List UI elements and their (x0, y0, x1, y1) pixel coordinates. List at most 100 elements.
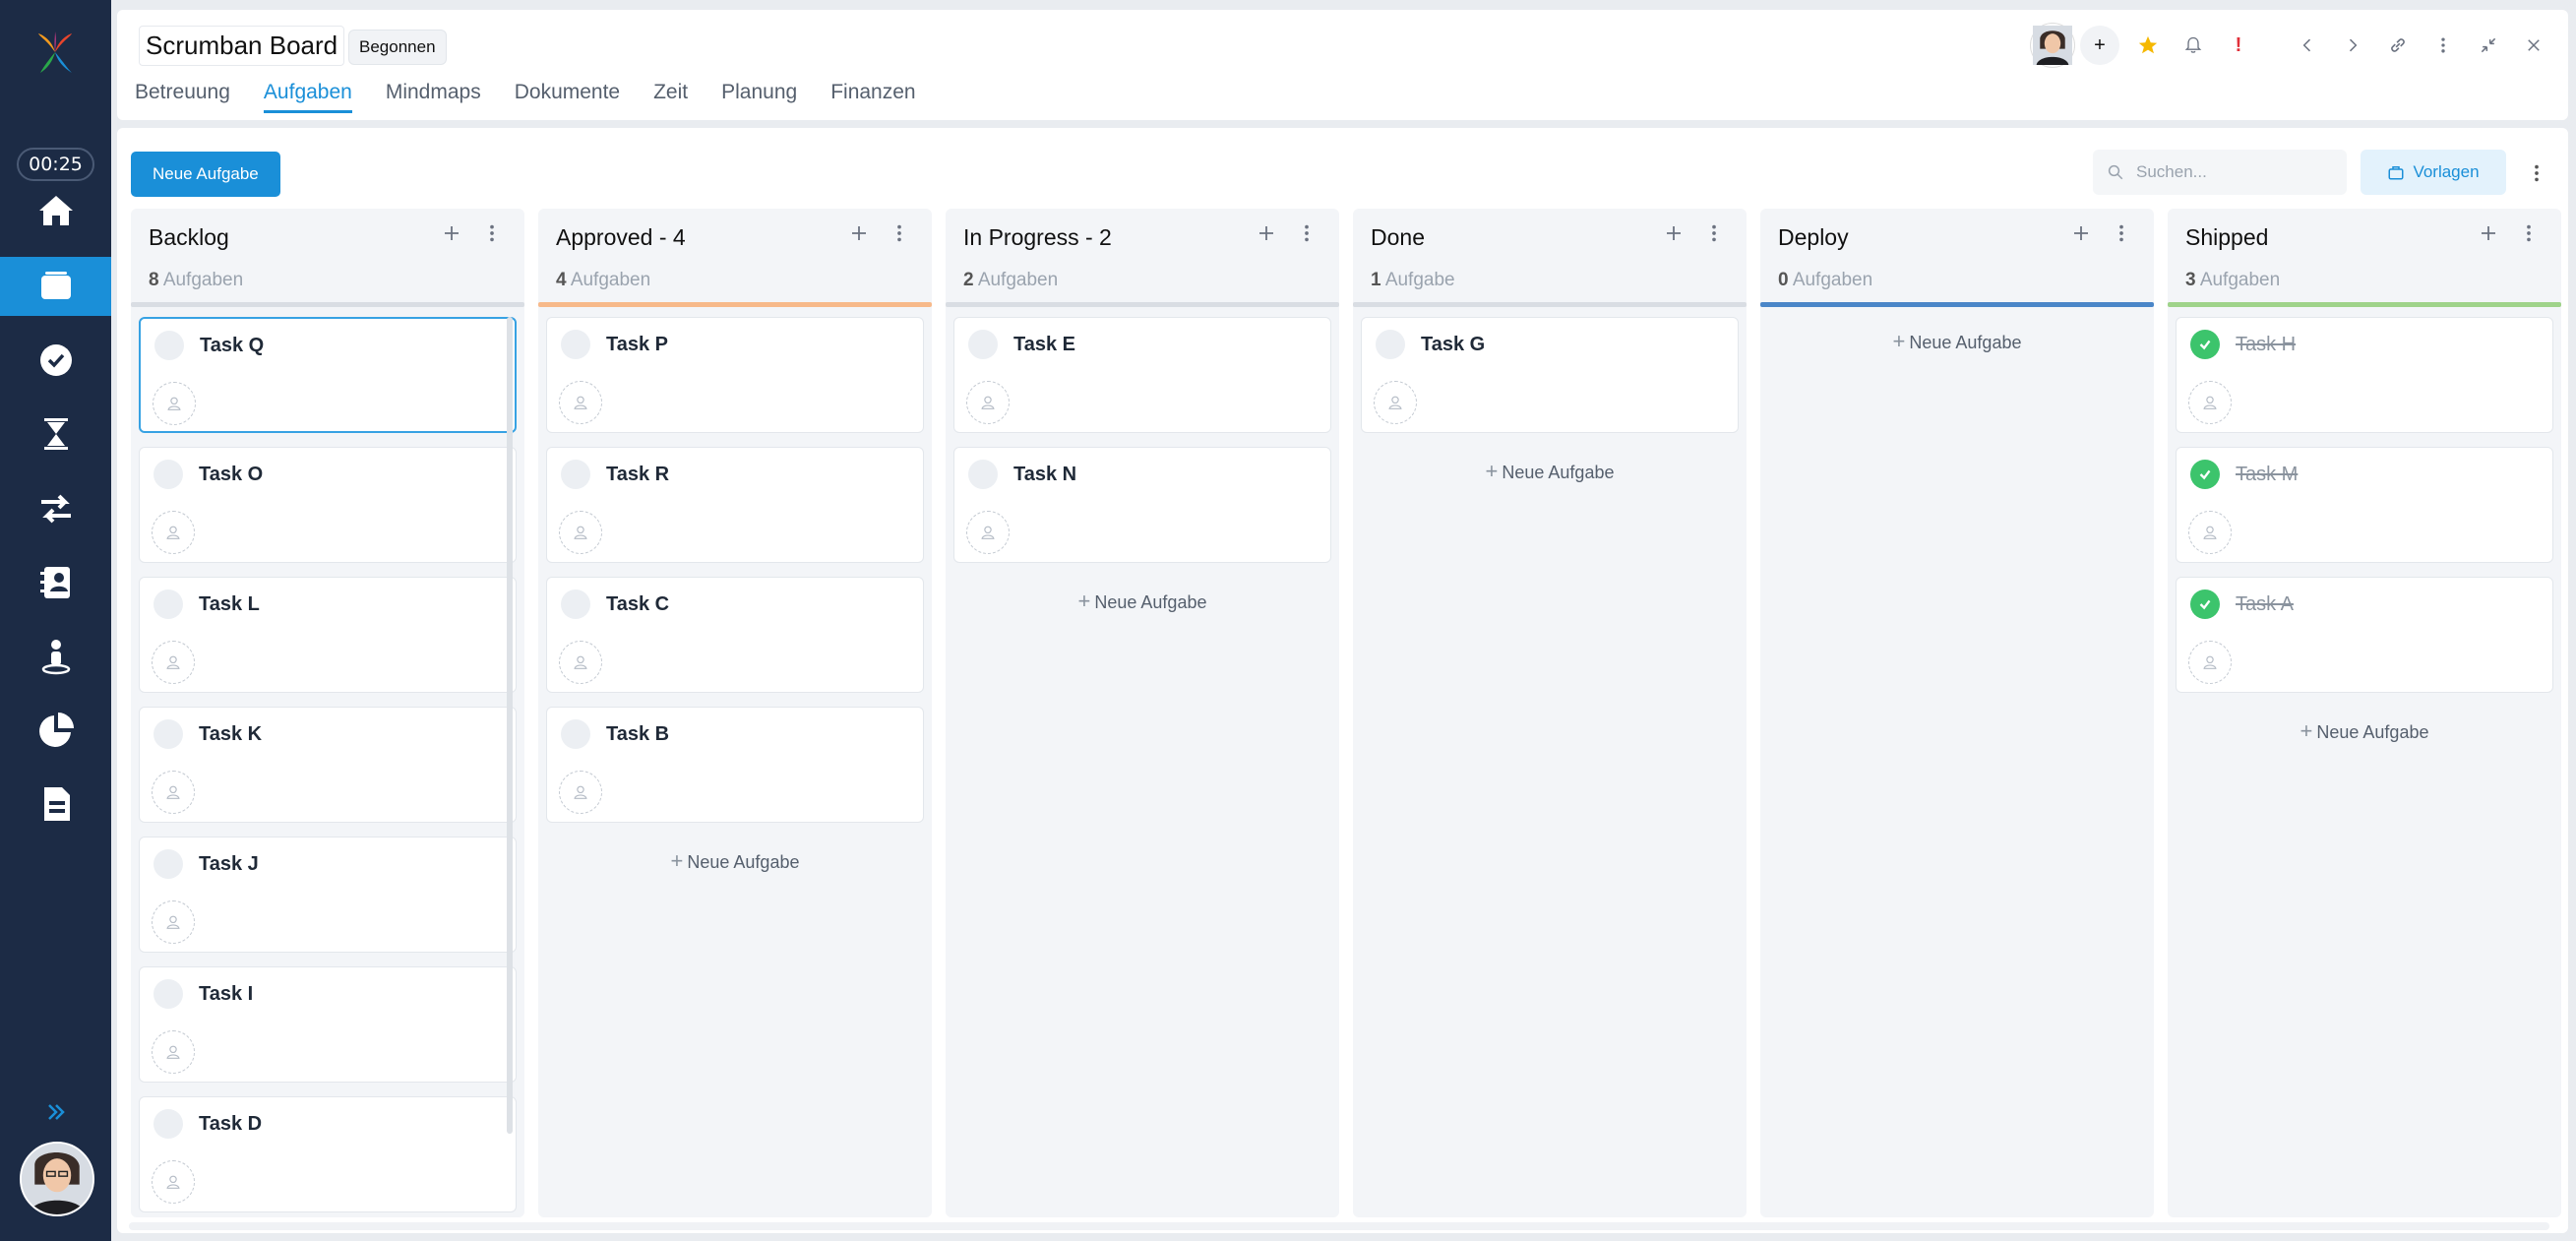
assign-user-icon[interactable] (2188, 641, 2232, 684)
column-title[interactable]: Approved - 4 (556, 224, 686, 251)
column-title[interactable]: Deploy (1778, 224, 1849, 251)
more-vertical-icon[interactable] (2111, 220, 2132, 251)
task-card[interactable]: Task L (139, 577, 517, 693)
column-title[interactable]: Backlog (149, 224, 229, 251)
task-title[interactable]: Task G (1421, 334, 1485, 356)
task-card[interactable]: Task N (953, 447, 1331, 563)
new-task-button[interactable]: Neue Aufgabe (131, 152, 280, 197)
column-title[interactable]: In Progress - 2 (963, 224, 1112, 251)
task-title[interactable]: Task H (2236, 334, 2296, 356)
add-task-link[interactable]: + Neue Aufgabe (1361, 447, 1739, 496)
complete-toggle[interactable] (153, 589, 183, 619)
task-card[interactable]: Task M (2176, 447, 2553, 563)
add-task-link[interactable]: + Neue Aufgabe (1768, 317, 2146, 366)
task-title[interactable]: Task B (606, 723, 669, 746)
bell-icon[interactable] (2171, 24, 2216, 67)
task-title[interactable]: Task L (199, 593, 260, 616)
task-card[interactable]: Task O (139, 447, 517, 563)
status-badge[interactable]: Begonnen (348, 30, 447, 65)
plus-icon[interactable] (1255, 220, 1278, 252)
task-card[interactable]: Task D (139, 1096, 517, 1212)
tab-mindmaps[interactable]: Mindmaps (386, 81, 481, 113)
column-deploy[interactable]: Deploy 0 Aufgaben + Neue Aufgabe (1760, 209, 2154, 1217)
task-title[interactable]: Task Q (200, 335, 264, 357)
member-avatar[interactable] (2031, 24, 2074, 67)
add-task-link[interactable]: + Neue Aufgabe (2176, 707, 2553, 756)
assign-user-icon[interactable] (152, 1160, 195, 1204)
page-title[interactable]: Scrumban Board (139, 26, 345, 66)
collapse-icon[interactable] (2466, 24, 2511, 67)
projects-icon[interactable] (0, 257, 111, 316)
assign-user-icon[interactable] (966, 381, 1010, 424)
task-title[interactable]: Task P (606, 334, 668, 356)
complete-toggle[interactable] (153, 849, 183, 879)
complete-toggle[interactable] (1376, 330, 1405, 359)
task-card[interactable]: Task K (139, 707, 517, 823)
more-vertical-icon[interactable] (1296, 220, 1318, 251)
chevron-left-icon[interactable] (2285, 24, 2330, 67)
more-vertical-icon[interactable] (1703, 220, 1725, 251)
task-title[interactable]: Task I (199, 983, 253, 1006)
task-title[interactable]: Task C (606, 593, 669, 616)
add-task-link[interactable]: + Neue Aufgabe (953, 577, 1331, 626)
assign-user-icon[interactable] (152, 511, 195, 554)
complete-toggle[interactable] (561, 589, 590, 619)
alert-icon[interactable]: ! (2216, 24, 2261, 67)
more-vertical-icon[interactable] (2518, 220, 2540, 251)
search-field[interactable]: Suchen... (2093, 150, 2347, 195)
plus-icon[interactable] (847, 220, 871, 252)
task-title[interactable]: Task N (1013, 464, 1076, 486)
task-title[interactable]: Task K (199, 723, 262, 746)
task-title[interactable]: Task O (199, 464, 263, 486)
horizontal-scrollbar[interactable] (129, 1222, 2549, 1230)
task-title[interactable]: Task J (199, 853, 259, 876)
task-card[interactable]: Task E (953, 317, 1331, 433)
plus-icon[interactable] (2477, 220, 2500, 252)
complete-toggle[interactable] (561, 330, 590, 359)
close-icon[interactable] (2511, 24, 2556, 67)
tab-betreuung[interactable]: Betreuung (135, 81, 230, 113)
assign-user-icon[interactable] (559, 641, 602, 684)
column-shipped[interactable]: Shipped 3 Aufgaben Task H Task M Task A + Neue… (2168, 209, 2561, 1217)
complete-toggle[interactable] (153, 1109, 183, 1139)
more-vertical-icon[interactable] (2421, 24, 2466, 67)
tab-finanzen[interactable]: Finanzen (830, 81, 915, 113)
hourglass-icon[interactable] (0, 404, 111, 464)
task-card[interactable]: Task Q (139, 317, 517, 433)
assign-user-icon[interactable] (559, 511, 602, 554)
check-icon[interactable] (0, 331, 111, 390)
column-done[interactable]: Done 1 Aufgabe Task G + Neue Aufgabe (1353, 209, 1747, 1217)
add-task-link[interactable]: + Neue Aufgabe (546, 837, 924, 886)
assign-user-icon[interactable] (559, 771, 602, 814)
home-icon[interactable] (0, 181, 111, 240)
task-card[interactable]: Task A (2176, 577, 2553, 693)
complete-toggle[interactable] (968, 460, 998, 489)
task-card[interactable]: Task R (546, 447, 924, 563)
more-vertical-icon[interactable] (481, 220, 503, 251)
templates-button[interactable]: Vorlagen (2361, 150, 2506, 195)
column-title[interactable]: Shipped (2185, 224, 2268, 251)
column-approved[interactable]: Approved - 4 4 Aufgaben Task P Task R Task C… (538, 209, 932, 1217)
tab-planung[interactable]: Planung (721, 81, 797, 113)
task-card[interactable]: Task P (546, 317, 924, 433)
assign-user-icon[interactable] (966, 511, 1010, 554)
board-menu-icon[interactable] (2522, 154, 2551, 193)
column-title[interactable]: Done (1371, 224, 1425, 251)
column-scrollbar[interactable] (507, 317, 513, 1134)
task-card[interactable]: Task G (1361, 317, 1739, 433)
tab-zeit[interactable]: Zeit (653, 81, 688, 113)
link-icon[interactable] (2375, 24, 2421, 67)
chevron-right-icon[interactable] (2330, 24, 2375, 67)
tab-dokumente[interactable]: Dokumente (515, 81, 620, 113)
assign-user-icon[interactable] (152, 771, 195, 814)
task-card[interactable]: Task C (546, 577, 924, 693)
completed-check-icon[interactable] (2190, 460, 2220, 489)
transfer-icon[interactable] (0, 479, 111, 538)
star-icon[interactable] (2125, 24, 2171, 67)
assign-user-icon[interactable] (153, 382, 196, 425)
expand-sidebar-icon[interactable] (39, 1095, 73, 1129)
assign-user-icon[interactable] (2188, 381, 2232, 424)
complete-toggle[interactable] (561, 460, 590, 489)
document-icon[interactable] (0, 775, 111, 834)
time-tracker[interactable]: 00:25 (17, 148, 94, 181)
